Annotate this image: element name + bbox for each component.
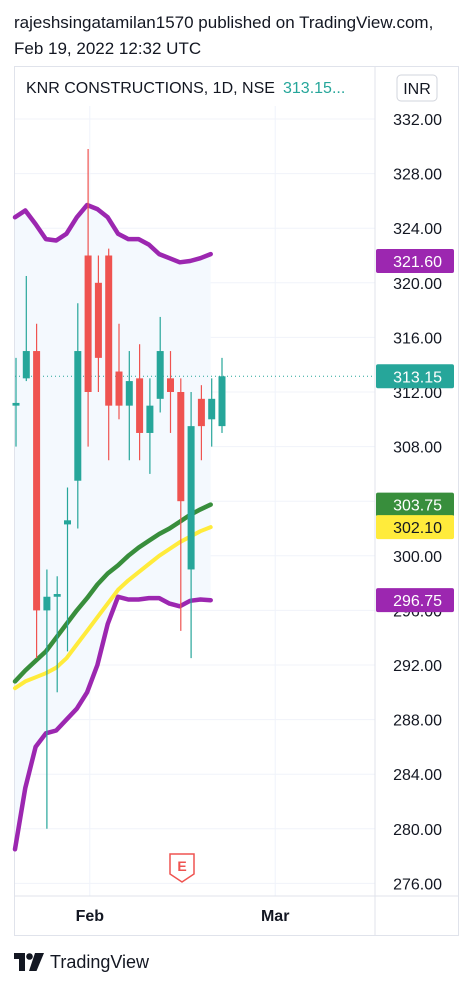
candle-body <box>156 351 164 399</box>
earnings-marker-label: E <box>177 858 186 874</box>
y-tick-label: 284.00 <box>393 767 442 784</box>
tradingview-icon <box>14 953 44 971</box>
candle-body <box>53 594 61 597</box>
y-tick-label: 292.00 <box>393 658 442 675</box>
candle-body <box>197 398 205 427</box>
candle-body <box>146 405 154 433</box>
candle-body <box>218 376 226 427</box>
price-badge-label: 313.15 <box>393 369 442 386</box>
price-badge-label: 303.75 <box>393 498 442 515</box>
y-tick-label: 328.00 <box>393 167 442 184</box>
candle-body <box>94 282 102 358</box>
price-badge-label: 296.75 <box>393 593 442 610</box>
candle-body <box>105 255 113 406</box>
candle-body <box>187 426 195 570</box>
candle-body <box>208 398 216 420</box>
y-tick-label: 288.00 <box>393 713 442 730</box>
candle-body <box>136 378 144 433</box>
x-tick-label: Feb <box>76 908 105 925</box>
candle-body <box>125 381 133 406</box>
price-badge-label: 302.10 <box>393 520 442 537</box>
y-tick-label: 316.00 <box>393 330 442 347</box>
price-badge-label: 321.60 <box>393 254 442 271</box>
x-tick-label: Mar <box>261 908 289 925</box>
candle-body <box>64 520 71 525</box>
candle-body <box>43 596 51 611</box>
chart-title: KNR CONSTRUCTIONS, 1D, NSE <box>26 80 275 97</box>
y-tick-label: 276.00 <box>393 876 442 893</box>
candle-body <box>74 351 82 481</box>
footer-brand: TradingView <box>50 951 150 972</box>
tradingview-logo[interactable]: TradingView <box>14 948 149 976</box>
candle-body <box>167 378 174 392</box>
last-price-legend: 313.15... <box>283 80 345 97</box>
candle-body <box>33 351 41 611</box>
y-tick-label: 324.00 <box>393 221 442 238</box>
currency-label: INR <box>403 81 431 98</box>
candle-body <box>12 402 20 406</box>
y-tick-label: 280.00 <box>393 822 442 839</box>
candle-body <box>177 392 185 502</box>
y-tick-label: 308.00 <box>393 440 442 457</box>
price-chart[interactable]: KNR CONSTRUCTIONS, 1D, NSE 313.15... INR 33… <box>0 0 474 987</box>
y-tick-label: 320.00 <box>393 276 442 293</box>
y-tick-label: 332.00 <box>393 112 442 129</box>
candle-body <box>115 371 123 406</box>
candle-body <box>22 351 30 379</box>
candle-body <box>84 255 92 392</box>
y-tick-label: 300.00 <box>393 549 442 566</box>
